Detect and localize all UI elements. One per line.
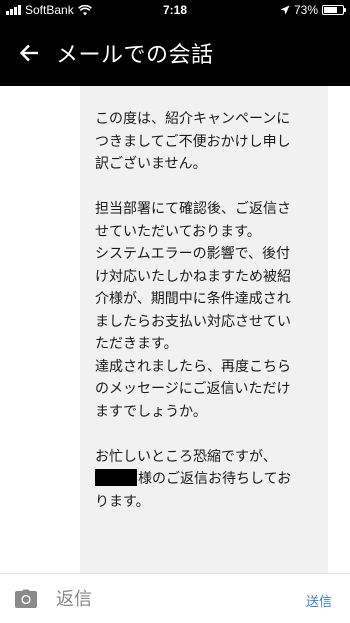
message-line: この度は、紹介キャンペーンに [95, 111, 291, 127]
redacted-name [95, 469, 137, 486]
message-line-with-redaction: 様のご返信お待ちしてお [95, 468, 320, 491]
message-bubble: この度は、紹介キャンペーンに つきましてご不便おかけし申し 訳ございません。 担… [80, 86, 328, 573]
message-line: ただきます。 [95, 336, 178, 352]
message-line-text: 様のご返信お待ちしてお [138, 471, 292, 487]
message-line: のメッセージにご返信いただけ [95, 381, 291, 397]
battery-percent: 73% [293, 3, 318, 17]
reply-composer: 送信 [0, 573, 350, 623]
message-line: ますでしょうか。 [95, 403, 207, 420]
back-button[interactable] [14, 38, 44, 68]
message-line: 達成されましたら、再度こちら [95, 358, 291, 375]
message-line: せていただいております。 [95, 223, 261, 240]
reply-input[interactable] [56, 585, 286, 613]
page-title: メールでの会話 [56, 43, 214, 68]
message-line: つきましてご不便おかけし申し [95, 133, 291, 150]
arrow-left-icon [19, 44, 38, 62]
message-line: ましたらお支払い対応させてい [95, 313, 291, 330]
message-line: ります。 [95, 493, 150, 510]
status-right: 73% [280, 3, 346, 17]
message-line: システムエラーの影響で、後付 [95, 246, 291, 262]
message-line: け対応いたしかねますため被紹 [95, 268, 291, 285]
status-bar: SoftBank 7:18 73% [0, 0, 350, 20]
app-bar: メールでの会話 [0, 20, 350, 86]
message-line: 介様が、期間中に条件達成され [95, 291, 291, 307]
send-button[interactable]: 送信 [306, 591, 332, 610]
conversation-area[interactable]: この度は、紹介キャンペーンに つきましてご不便おかけし申し 訳ございません。 担… [0, 86, 350, 573]
message-line: 担当部署にて確認後、ご返信さ [95, 201, 291, 217]
location-arrow-icon [280, 5, 290, 15]
camera-button[interactable] [14, 589, 38, 609]
battery-icon [322, 5, 346, 15]
message-line: 訳ございません。 [95, 156, 207, 172]
message-line: お忙しいところ恐縮ですが、 [95, 448, 277, 465]
camera-icon [15, 589, 37, 608]
